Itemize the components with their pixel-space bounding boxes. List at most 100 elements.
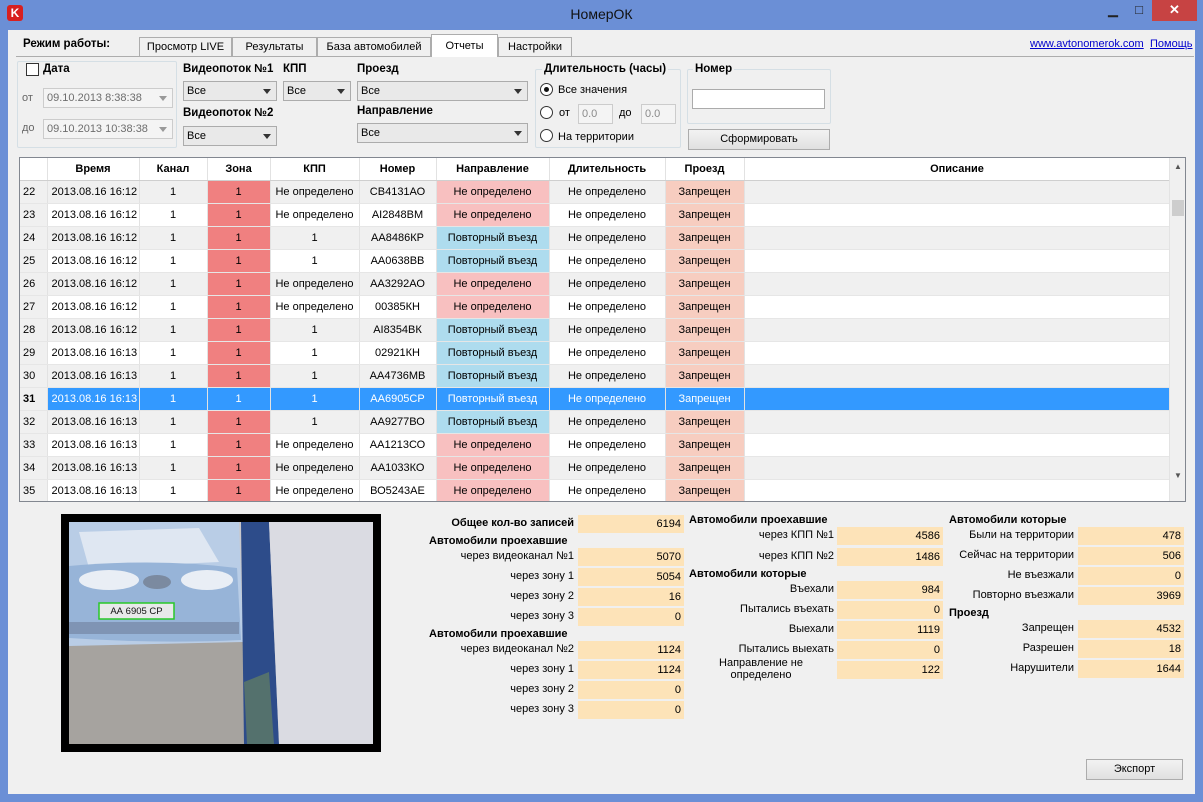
- maximize-button[interactable]: □: [1126, 0, 1152, 21]
- export-button[interactable]: Экспорт: [1086, 759, 1183, 780]
- cell-dur: Не определено: [549, 341, 666, 365]
- stat-label: Разрешен: [1022, 642, 1074, 654]
- tab-results[interactable]: Результаты: [232, 37, 317, 56]
- cell-dur: Не определено: [549, 364, 666, 388]
- cell-kpp: 1: [270, 364, 360, 388]
- stat-value: 1124: [578, 661, 684, 679]
- site-link[interactable]: www.avtonomerok.com: [1030, 38, 1144, 50]
- col-rownum[interactable]: [20, 158, 48, 181]
- tab-car-database[interactable]: База автомобилей: [317, 37, 431, 56]
- cell-pass: Запрещен: [665, 410, 745, 434]
- close-button[interactable]: ✕: [1152, 0, 1197, 21]
- table-row[interactable]: 31 2013.08.16 16:13 1 1 1 АА6905СР Повторный в…: [20, 387, 1171, 411]
- cell-desc: [744, 272, 1171, 296]
- date-checkbox[interactable]: [26, 63, 39, 76]
- mode-label: Режим работы:: [23, 38, 111, 50]
- number-input[interactable]: [692, 89, 825, 109]
- chevron-down-icon: [263, 89, 271, 94]
- table-row[interactable]: 34 2013.08.16 16:13 1 1 Не определено АА1033К…: [20, 456, 1171, 480]
- cell-num: АА6905СР: [359, 387, 437, 411]
- table-row[interactable]: 32 2013.08.16 16:13 1 1 1 АА9277ВО Повторный в…: [20, 410, 1171, 434]
- col-time[interactable]: Время: [47, 158, 140, 181]
- dur-to-input[interactable]: 0.0: [641, 104, 676, 124]
- tab-settings[interactable]: Настройки: [498, 37, 572, 56]
- stat-label: через видеоканал №1: [460, 550, 574, 562]
- direction-value: Все: [361, 127, 380, 139]
- kpp-select[interactable]: Все: [283, 81, 351, 101]
- table-row[interactable]: 27 2013.08.16 16:12 1 1 Не определено 00385КН…: [20, 295, 1171, 319]
- video2-value: Все: [187, 130, 206, 142]
- kpp-value: Все: [287, 85, 306, 97]
- kpp-head: Автомобили проехавшие: [689, 514, 828, 526]
- table-row[interactable]: 35 2013.08.16 16:13 1 1 Не определено ВО5243А…: [20, 479, 1171, 501]
- stat-value: 984: [837, 581, 943, 599]
- col-description[interactable]: Описание: [744, 158, 1171, 181]
- table-row[interactable]: 29 2013.08.16 16:13 1 1 1 02921КН Повторный въ…: [20, 341, 1171, 365]
- cell-ch: 1: [139, 341, 208, 365]
- cell-time: 2013.08.16 16:13: [47, 341, 140, 365]
- date-from-picker[interactable]: 09.10.2013 8:38:38: [43, 88, 173, 108]
- cell-dir: Повторный въезд: [436, 341, 550, 365]
- table-row[interactable]: 25 2013.08.16 16:12 1 1 1 АА0638ВВ Повторный в…: [20, 249, 1171, 273]
- dur-from-input[interactable]: 0.0: [578, 104, 613, 124]
- cell-desc: [744, 433, 1171, 457]
- cell-ch: 1: [139, 272, 208, 296]
- dur-from-label: от: [559, 107, 570, 119]
- table-row[interactable]: 24 2013.08.16 16:12 1 1 1 АА8486КР Повторный в…: [20, 226, 1171, 250]
- video1-select[interactable]: Все: [183, 81, 277, 101]
- cell-desc: [744, 479, 1171, 501]
- col-pass[interactable]: Проезд: [665, 158, 745, 181]
- date-to-picker[interactable]: 09.10.2013 10:38:38: [43, 119, 173, 139]
- pass-select[interactable]: Все: [357, 81, 528, 101]
- cell-rownum: 35: [20, 479, 48, 501]
- cell-kpp: Не определено: [270, 479, 360, 501]
- table-row[interactable]: 26 2013.08.16 16:12 1 1 Не определено АА3292А…: [20, 272, 1171, 296]
- dur-all-radio[interactable]: [540, 83, 553, 96]
- generate-button[interactable]: Сформировать: [688, 129, 830, 150]
- col-duration[interactable]: Длительность: [549, 158, 666, 181]
- cell-rownum: 23: [20, 203, 48, 227]
- cell-num: АА8486КР: [359, 226, 437, 250]
- help-link[interactable]: Помощь: [1150, 38, 1193, 50]
- scroll-thumb[interactable]: [1172, 200, 1184, 216]
- cell-ch: 1: [139, 410, 208, 434]
- cell-time: 2013.08.16 16:12: [47, 203, 140, 227]
- table-row[interactable]: 28 2013.08.16 16:12 1 1 1 АІ8354ВК Повторный в…: [20, 318, 1171, 342]
- table-row[interactable]: 22 2013.08.16 16:12 1 1 Не определено СВ4131А…: [20, 180, 1171, 204]
- direction-select[interactable]: Все: [357, 123, 528, 143]
- table-row[interactable]: 30 2013.08.16 16:13 1 1 1 АА4736МВ Повторный в…: [20, 364, 1171, 388]
- stat-label: Сейчас на территории: [959, 549, 1074, 561]
- table-row[interactable]: 33 2013.08.16 16:13 1 1 Не определено АА1213С…: [20, 433, 1171, 457]
- stat-label: Запрещен: [1021, 622, 1074, 634]
- dur-range-radio[interactable]: [540, 106, 553, 119]
- cell-desc: [744, 180, 1171, 204]
- scroll-down-icon[interactable]: ▼: [1170, 467, 1185, 484]
- dur-territory-radio[interactable]: [540, 129, 553, 142]
- cell-num: АА3292АО: [359, 272, 437, 296]
- col-zone[interactable]: Зона: [207, 158, 271, 181]
- scroll-up-icon[interactable]: ▲: [1170, 158, 1185, 175]
- col-channel[interactable]: Канал: [139, 158, 208, 181]
- cell-kpp: Не определено: [270, 272, 360, 296]
- cell-kpp: Не определено: [270, 456, 360, 480]
- table-row[interactable]: 23 2013.08.16 16:12 1 1 Не определено АІ2848В…: [20, 203, 1171, 227]
- records-table[interactable]: Время Канал Зона КПП Номер Направление Д…: [19, 157, 1186, 502]
- tab-live[interactable]: Просмотр LIVE: [139, 37, 232, 56]
- cell-kpp: Не определено: [270, 203, 360, 227]
- cell-pass: Запрещен: [665, 364, 745, 388]
- table-header: Время Канал Зона КПП Номер Направление Д…: [20, 158, 1171, 181]
- tab-reports[interactable]: Отчеты: [431, 34, 498, 57]
- col-direction[interactable]: Направление: [436, 158, 550, 181]
- video2-select[interactable]: Все: [183, 126, 277, 146]
- cell-time: 2013.08.16 16:13: [47, 410, 140, 434]
- minimize-button[interactable]: ▁: [1100, 0, 1126, 21]
- cell-num: АА9277ВО: [359, 410, 437, 434]
- cell-time: 2013.08.16 16:12: [47, 180, 140, 204]
- col-kpp[interactable]: КПП: [270, 158, 360, 181]
- cell-time: 2013.08.16 16:13: [47, 433, 140, 457]
- stat-value: 4586: [837, 527, 943, 545]
- dur-to-label: до: [619, 107, 632, 119]
- cell-time: 2013.08.16 16:12: [47, 272, 140, 296]
- col-number[interactable]: Номер: [359, 158, 437, 181]
- vertical-scrollbar[interactable]: ▲ ▼: [1169, 158, 1185, 501]
